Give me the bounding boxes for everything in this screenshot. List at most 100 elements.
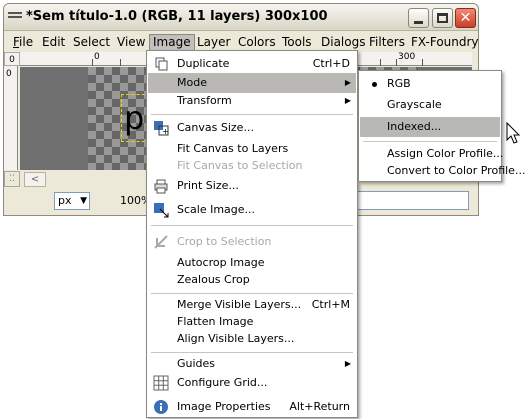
menu-file-label: ile	[19, 35, 34, 49]
title-bar[interactable]: *Sem título-1.0 (RGB, 11 layers) 300x100…	[4, 4, 478, 31]
menu-item-canvas-size[interactable]: + Canvas Size...	[148, 118, 356, 138]
ruler-tick	[396, 59, 397, 66]
menu-image[interactable]: Image	[149, 34, 195, 51]
menu-item-label: Duplicate	[177, 57, 230, 70]
print-size-icon	[154, 179, 168, 194]
menu-select[interactable]: Select	[70, 34, 113, 51]
menu-item-guides[interactable]: Guides ▶	[148, 354, 356, 374]
mode-item-rgb[interactable]: RGB	[360, 74, 500, 94]
mode-item-label: Indexed...	[387, 120, 442, 133]
mode-item-label: Convert to Color Profile...	[387, 164, 526, 177]
mode-item-label: Assign Color Profile...	[387, 147, 504, 160]
maximize-icon	[437, 13, 448, 23]
menu-view[interactable]: View	[114, 34, 148, 51]
minimize-icon	[414, 21, 423, 24]
text-layer-glyph: p	[124, 99, 145, 137]
ruler-left-label: 0	[6, 69, 12, 79]
menu-item-label: Merge Visible Layers...	[177, 298, 302, 311]
mouse-cursor-icon	[506, 122, 521, 144]
ruler-corner[interactable]: 0	[4, 52, 20, 66]
menu-file[interactable]: File	[10, 34, 36, 51]
mode-item-convert-profile[interactable]: Convert to Color Profile...	[360, 161, 525, 181]
canvas-size-icon: +	[154, 121, 169, 136]
image-menu: Duplicate Ctrl+D Mode ▶ Transform ▶ + Ca…	[146, 50, 358, 418]
scale-image-icon	[154, 203, 169, 218]
menu-item-label: Fit Canvas to Selection	[177, 159, 303, 172]
crop-icon	[154, 235, 168, 249]
submenu-arrow-icon: ▶	[344, 359, 351, 368]
grid-icon	[153, 375, 169, 391]
minimize-button[interactable]	[408, 8, 429, 28]
ruler-tick	[120, 59, 121, 66]
window-menu-icon[interactable]	[8, 12, 22, 22]
menu-filters[interactable]: Filters	[366, 34, 408, 51]
mode-submenu: RGB Grayscale Indexed... Assign Color Pr…	[358, 70, 525, 182]
menu-item-crop-to-selection: Crop to Selection	[148, 232, 356, 252]
submenu-arrow-icon: ▶	[344, 96, 351, 105]
unit-value: px	[58, 194, 72, 207]
menu-item-label: Image Properties	[177, 400, 271, 413]
ruler-tick	[422, 59, 423, 66]
menu-item-label: Autocrop Image	[177, 256, 265, 269]
svg-text:+: +	[162, 127, 169, 136]
mode-item-indexed[interactable]: Indexed...	[360, 117, 500, 137]
menu-item-label: Zealous Crop	[177, 273, 250, 286]
vertical-ruler[interactable]: 0	[4, 66, 18, 170]
menu-item-shortcut: Ctrl+D	[312, 57, 350, 70]
ruler-tick	[92, 59, 93, 66]
radio-bullet-icon	[372, 82, 377, 87]
menu-colors[interactable]: Colors	[235, 34, 279, 51]
menu-item-mode[interactable]: Mode ▶	[148, 73, 356, 93]
unit-select[interactable]: px ▼	[54, 192, 90, 210]
menu-item-print-size[interactable]: Print Size...	[148, 176, 356, 196]
ruler-label-300: 300	[398, 52, 416, 62]
menu-item-align-visible[interactable]: Align Visible Layers...	[148, 329, 356, 349]
menu-item-label: Mode	[177, 76, 207, 89]
menu-item-shortcut: Alt+Return	[289, 400, 350, 413]
submenu-arrow-icon: ▶	[344, 78, 351, 87]
menu-separator	[151, 293, 353, 294]
menu-item-configure-grid[interactable]: Configure Grid...	[148, 373, 356, 393]
info-icon	[154, 400, 168, 414]
close-icon: ✕	[459, 10, 472, 26]
menu-separator	[151, 114, 353, 115]
mode-item-grayscale[interactable]: Grayscale	[360, 95, 500, 115]
mode-item-label: Grayscale	[387, 98, 442, 111]
chevron-down-icon: ▼	[80, 196, 87, 206]
menu-item-label: Transform	[177, 94, 232, 107]
menu-item-label: Guides	[177, 357, 216, 370]
duplicate-icon	[155, 57, 168, 71]
menu-item-label: Canvas Size...	[177, 121, 254, 134]
menu-item-label: Flatten Image	[177, 315, 254, 328]
menu-item-label: Scale Image...	[177, 203, 256, 216]
menu-bar: File Edit Select View Image Layer Colors…	[4, 32, 478, 52]
menu-item-label: Configure Grid...	[177, 376, 268, 389]
menu-separator	[151, 352, 353, 353]
menu-item-scale-image[interactable]: Scale Image...	[148, 200, 356, 220]
menu-item-transform[interactable]: Transform ▶	[148, 91, 356, 111]
menu-item-label: Crop to Selection	[177, 235, 272, 248]
menu-tools[interactable]: Tools	[279, 34, 315, 51]
menu-item-label: Align Visible Layers...	[177, 332, 295, 345]
menu-item-fit-canvas-selection: Fit Canvas to Selection	[148, 156, 356, 176]
menu-item-label: Print Size...	[177, 179, 239, 192]
menu-edit[interactable]: Edit	[39, 34, 68, 51]
menu-item-label: Fit Canvas to Layers	[177, 142, 289, 155]
navigate-button[interactable]: ⁚⁚	[4, 171, 20, 187]
menu-separator	[151, 225, 353, 226]
menu-item-image-properties[interactable]: Image Properties Alt+Return	[148, 397, 356, 417]
menu-layer[interactable]: Layer	[194, 34, 233, 51]
menu-item-zealous-crop[interactable]: Zealous Crop	[148, 270, 356, 290]
window-title: *Sem título-1.0 (RGB, 11 layers) 300x100	[26, 9, 328, 24]
menu-item-duplicate[interactable]: Duplicate Ctrl+D	[148, 54, 356, 74]
menu-dialogs[interactable]: Dialogs	[318, 34, 368, 51]
ruler-tick	[380, 59, 381, 66]
menu-separator	[363, 141, 497, 142]
ruler-label-0: 0	[94, 52, 100, 62]
close-button[interactable]: ✕	[455, 8, 476, 28]
status-message	[354, 191, 469, 210]
menu-fx-foundry[interactable]: FX-Foundry	[408, 34, 478, 51]
maximize-button[interactable]	[432, 8, 453, 28]
mode-item-label: RGB	[387, 77, 411, 90]
scroll-left-button[interactable]: <	[24, 172, 46, 187]
